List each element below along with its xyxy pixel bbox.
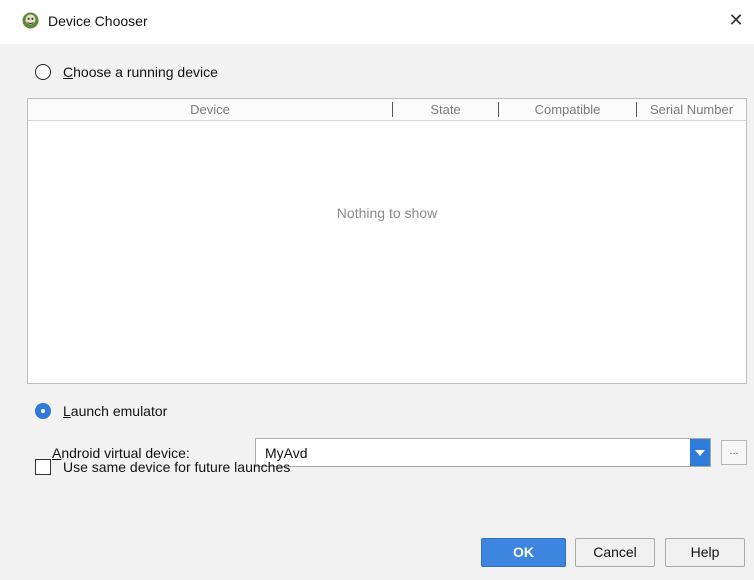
empty-table-message: Nothing to show bbox=[336, 205, 438, 221]
column-header-serial-number[interactable]: Serial Number bbox=[637, 99, 746, 120]
column-header-state[interactable]: State bbox=[393, 99, 498, 120]
window-title: Device Chooser bbox=[48, 13, 148, 29]
close-icon: ✕ bbox=[728, 10, 744, 30]
device-table[interactable]: Device State Compatible Serial Number No… bbox=[27, 98, 747, 384]
launch-emulator-radio[interactable] bbox=[35, 403, 51, 419]
column-header-device[interactable]: Device bbox=[28, 99, 392, 120]
title-bar: Device Chooser ✕ bbox=[0, 0, 754, 44]
choose-running-device-radio[interactable] bbox=[35, 64, 51, 80]
help-button[interactable]: Help bbox=[665, 538, 745, 567]
browse-avd-button[interactable]: ... bbox=[721, 440, 747, 465]
same-device-checkbox[interactable] bbox=[35, 459, 51, 475]
chevron-down-icon[interactable] bbox=[690, 439, 710, 466]
choose-running-device-label[interactable]: Choose a running device bbox=[63, 64, 218, 80]
cancel-button[interactable]: Cancel bbox=[575, 538, 655, 567]
close-button[interactable]: ✕ bbox=[724, 8, 748, 32]
ok-button[interactable]: OK bbox=[481, 538, 566, 567]
launch-emulator-label[interactable]: Launch emulator bbox=[63, 403, 167, 419]
same-device-label[interactable]: Use same device for future launches bbox=[63, 459, 290, 475]
column-header-compatible[interactable]: Compatible bbox=[499, 99, 636, 120]
android-virtual-device-dropdown[interactable]: MyAvd bbox=[255, 438, 711, 467]
android-studio-icon bbox=[22, 12, 39, 29]
table-header: Device State Compatible Serial Number bbox=[28, 99, 746, 121]
